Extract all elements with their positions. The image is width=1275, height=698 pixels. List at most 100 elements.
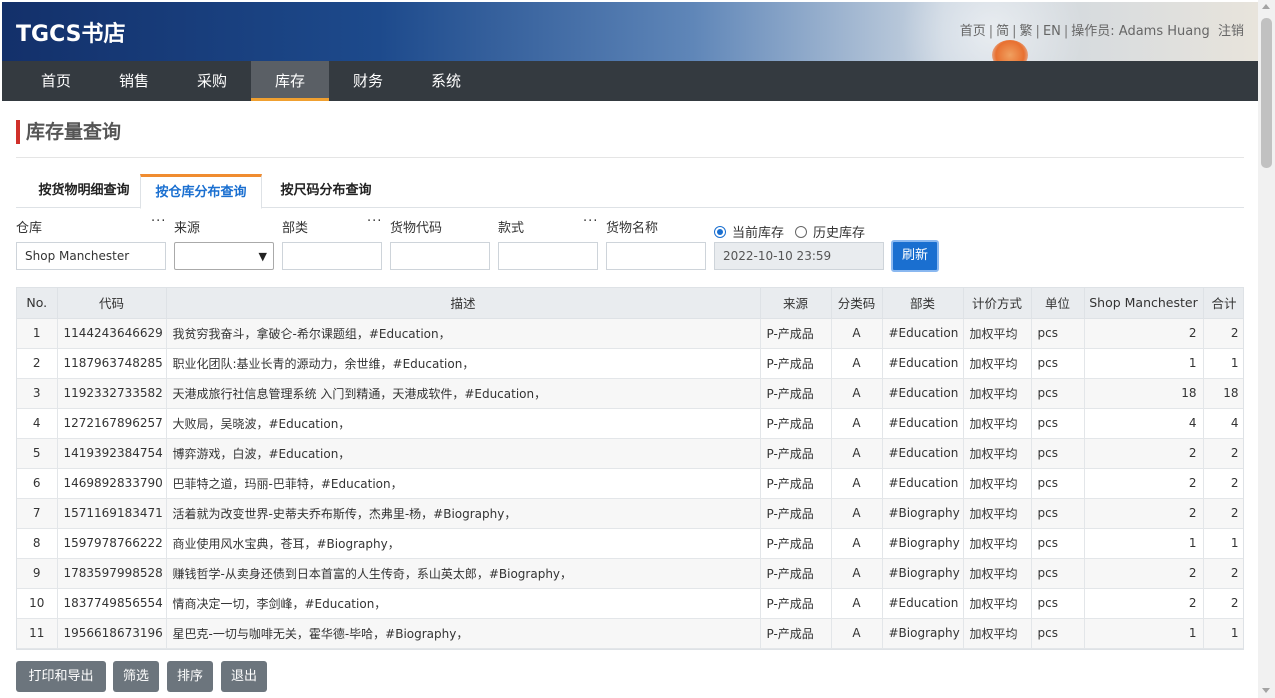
date-input[interactable]: 2022-10-10 23:59 [714, 242, 884, 270]
refresh-button[interactable]: 刷新 [891, 240, 939, 272]
table-row[interactable]: 7 1571169183471 活着就为改变世界-史蒂夫乔布斯传，杰弗里-杨，#Bi… [17, 498, 1243, 529]
name-input[interactable] [606, 242, 706, 270]
table-row[interactable]: 8 1597978766222 商业使用风水宝典，苍耳，#Biography， P-产… [17, 528, 1243, 559]
cell-class-code: A [831, 318, 883, 349]
radio-history-label: 历史库存 [813, 226, 866, 241]
table-row[interactable]: 1 1144243646629 我贫穷我奋斗，拿破仑-希尔课题组，#Educatio… [17, 318, 1243, 349]
style-input[interactable] [498, 242, 598, 270]
cell-total: 2 [1203, 498, 1243, 529]
nav-item-finance[interactable]: 财务 [329, 61, 407, 101]
cell-class-code: A [831, 348, 883, 379]
cell-warehouse-qty: 2 [1084, 438, 1204, 469]
cell-warehouse-qty: 2 [1084, 588, 1204, 619]
cell-total: 1 [1203, 348, 1243, 379]
cell-no: 9 [17, 558, 58, 589]
cell-class-code: A [831, 408, 883, 439]
cell-source: P-产成品 [760, 378, 832, 409]
filter-button[interactable]: 筛选 [113, 661, 159, 692]
page-scrollbar[interactable] [1258, 0, 1275, 698]
tab-by-warehouse[interactable]: 按仓库分布查询 [140, 174, 262, 209]
col-header-code[interactable]: 代码 [57, 288, 167, 319]
cell-category: #Education [882, 468, 964, 499]
code-input[interactable] [390, 242, 490, 270]
radio-current-label: 当前库存 [732, 226, 785, 241]
radio-history-stock[interactable]: 历史库存 [795, 222, 865, 241]
nav-item-sales[interactable]: 销售 [95, 61, 173, 101]
warehouse-input[interactable]: Shop Manchester [16, 242, 166, 270]
header-banner: TGCS书店 首页 | 简 | 繁 | EN | 操作员: Adams Huang 注销 [2, 2, 1258, 61]
cell-unit: pcs [1031, 348, 1085, 379]
cell-no: 7 [17, 498, 58, 529]
col-header-total[interactable]: 合计 [1203, 288, 1243, 319]
source-select[interactable]: ▼ [174, 242, 274, 270]
main-nav: 首页 销售 采购 库存 财务 系统 [2, 61, 1258, 101]
tab-by-item[interactable]: 按货物明细查询 [24, 174, 144, 208]
category-more-button[interactable]: ··· [367, 214, 382, 229]
cell-class-code: A [831, 468, 883, 499]
table-row[interactable]: 4 1272167896257 大败局，吴晓波，#Education， P-产成品 A #… [17, 408, 1243, 439]
table-row[interactable]: 2 1187963748285 职业化团队:基业长青的源动力，余世维，#Educat… [17, 348, 1243, 379]
cell-valuation: 加权平均 [963, 528, 1032, 559]
cell-code: 1837749856554 [57, 588, 167, 619]
cell-description: 活着就为改变世界-史蒂夫乔布斯传，杰弗里-杨，#Biography， [166, 498, 761, 529]
cell-warehouse-qty: 2 [1084, 468, 1204, 499]
cell-total: 1 [1203, 528, 1243, 559]
cell-source: P-产成品 [760, 498, 832, 529]
nav-item-home[interactable]: 首页 [17, 61, 95, 101]
radio-current-stock[interactable]: 当前库存 [714, 222, 784, 241]
cell-category: #Education [882, 318, 964, 349]
col-header-valuation[interactable]: 计价方式 [963, 288, 1032, 319]
scrollbar-thumb[interactable] [1261, 18, 1272, 168]
scroll-up-icon[interactable] [1262, 4, 1270, 9]
cell-no: 1 [17, 318, 58, 349]
print-export-button[interactable]: 打印和导出 [16, 661, 106, 692]
table-row[interactable]: 11 1956618673196 星巴克-一切与咖啡无关，霍华德-毕哈，#Biogr… [17, 618, 1243, 649]
link-simplified[interactable]: 简 [996, 24, 1009, 39]
cell-warehouse-qty: 1 [1084, 618, 1204, 649]
cell-class-code: A [831, 378, 883, 409]
table-row[interactable]: 5 1419392384754 博弈游戏，白波，#Education， P-产成品 A #… [17, 438, 1243, 469]
brand-title: TGCS书店 [16, 22, 126, 47]
col-header-category[interactable]: 部类 [882, 288, 964, 319]
cell-unit: pcs [1031, 438, 1085, 469]
category-input[interactable] [282, 242, 382, 270]
cell-warehouse-qty: 2 [1084, 558, 1204, 589]
cell-source: P-产成品 [760, 468, 832, 499]
nav-item-system[interactable]: 系统 [407, 61, 485, 101]
table-row[interactable]: 9 1783597998528 赚钱哲学-从卖身还债到日本首富的人生传奇，系山英太郎… [17, 558, 1243, 589]
col-header-no[interactable]: No. [17, 288, 58, 319]
link-home[interactable]: 首页 [960, 24, 986, 39]
warehouse-more-button[interactable]: ··· [151, 214, 166, 229]
scroll-down-icon[interactable] [1262, 688, 1270, 693]
col-header-source[interactable]: 来源 [760, 288, 832, 319]
nav-item-inventory[interactable]: 库存 [251, 61, 329, 101]
style-more-button[interactable]: ··· [583, 214, 598, 229]
table-row[interactable]: 6 1469892833790 巴菲特之道，玛丽-巴菲特，#Education， P-… [17, 468, 1243, 499]
exit-button[interactable]: 退出 [221, 661, 267, 692]
cell-category: #Education [882, 438, 964, 469]
cell-code: 1419392384754 [57, 438, 167, 469]
col-header-unit[interactable]: 单位 [1031, 288, 1085, 319]
cell-unit: pcs [1031, 528, 1085, 559]
table-row[interactable]: 3 1192332733582 天港成旅行社信息管理系统 入门到精通，天港成软件，#… [17, 378, 1243, 409]
app-window: TGCS书店 首页 | 简 | 繁 | EN | 操作员: Adams Huang 注销 首页 … [2, 2, 1258, 698]
link-traditional[interactable]: 繁 [1020, 24, 1033, 39]
table-row[interactable]: 10 1837749856554 情商决定一切，李剑峰，#Education， P-产… [17, 588, 1243, 619]
col-header-warehouse[interactable]: Shop Manchester [1084, 288, 1204, 319]
radio-checked-icon [714, 225, 726, 238]
operator-label: 操作员: Adams Huang [1071, 24, 1210, 39]
cell-description: 我贫穷我奋斗，拿破仑-希尔课题组，#Education， [166, 318, 761, 349]
cell-category: #Education [882, 588, 964, 619]
logout-link[interactable]: 注销 [1218, 24, 1244, 39]
cell-source: P-产成品 [760, 558, 832, 589]
cell-no: 10 [17, 588, 58, 619]
tab-by-size[interactable]: 按尺码分布查询 [264, 174, 388, 208]
cell-category: #Biography [882, 618, 964, 649]
col-header-description[interactable]: 描述 [166, 288, 761, 319]
cell-valuation: 加权平均 [963, 378, 1032, 409]
sort-button[interactable]: 排序 [167, 661, 213, 692]
link-english[interactable]: EN [1043, 24, 1061, 39]
nav-item-purchase[interactable]: 采购 [173, 61, 251, 101]
cell-code: 1956618673196 [57, 618, 167, 649]
col-header-class-code[interactable]: 分类码 [831, 288, 883, 319]
